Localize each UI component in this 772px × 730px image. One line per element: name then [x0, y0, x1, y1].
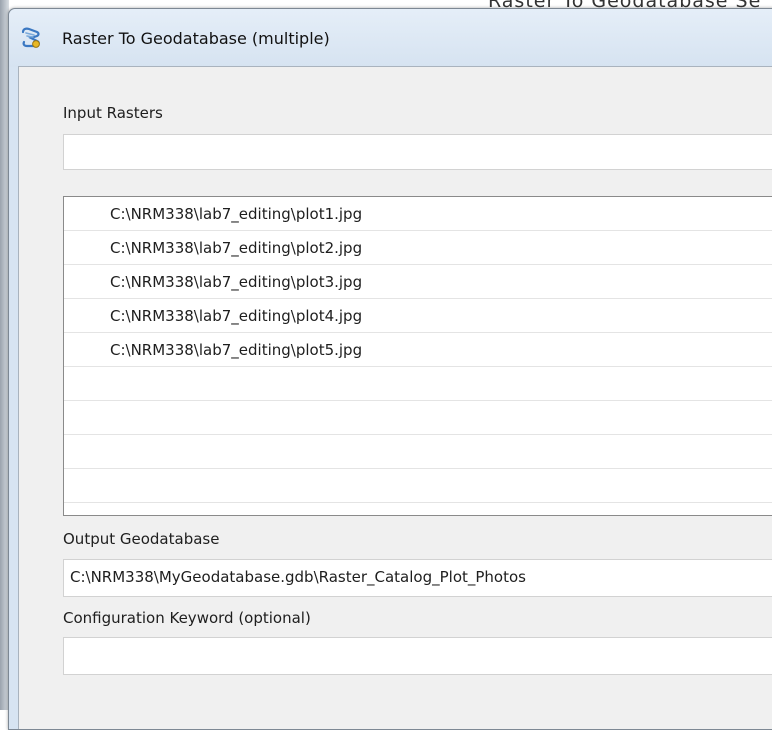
list-item[interactable]: C:\NRM338\lab7_editing\plot2.jpg — [64, 231, 772, 265]
output-geodatabase-label: Output Geodatabase — [63, 530, 220, 548]
list-item[interactable]: C:\NRM338\lab7_editing\plot1.jpg — [64, 197, 772, 231]
python-script-tool-icon — [19, 26, 43, 50]
input-rasters-label: Input Rasters — [63, 104, 163, 122]
title-bar[interactable]: Raster To Geodatabase (multiple) — [9, 9, 772, 67]
input-rasters-field[interactable] — [63, 134, 772, 170]
window-title: Raster To Geodatabase (multiple) — [62, 29, 330, 48]
list-item[interactable] — [64, 401, 772, 435]
output-geodatabase-field[interactable]: C:\NRM338\MyGeodatabase.gdb\Raster_Catal… — [63, 559, 772, 597]
list-item[interactable]: C:\NRM338\lab7_editing\plot5.jpg — [64, 333, 772, 367]
configuration-keyword-field[interactable] — [63, 637, 772, 675]
list-item[interactable] — [64, 469, 772, 503]
list-item[interactable]: C:\NRM338\lab7_editing\plot4.jpg — [64, 299, 772, 333]
input-rasters-list[interactable]: C:\NRM338\lab7_editing\plot1.jpg C:\NRM3… — [63, 196, 772, 516]
list-item[interactable] — [64, 435, 772, 469]
list-item[interactable]: C:\NRM338\lab7_editing\plot3.jpg — [64, 265, 772, 299]
list-item[interactable] — [64, 367, 772, 401]
configuration-keyword-label: Configuration Keyword (optional) — [63, 609, 311, 627]
